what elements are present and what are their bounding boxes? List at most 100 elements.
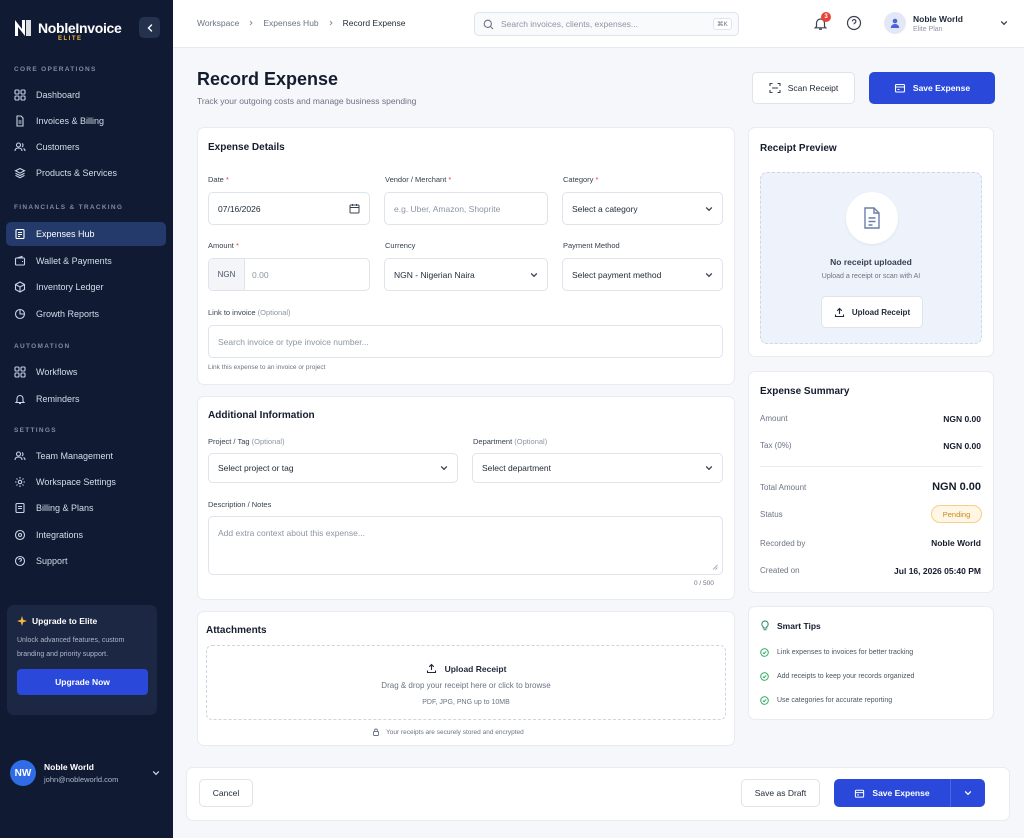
payment-method-label: Payment Method: [563, 241, 620, 250]
vendor-input[interactable]: e.g. Uber, Amazon, Shoprite: [384, 192, 548, 225]
upgrade-title: Upgrade to Elite: [32, 616, 98, 626]
sidebar-item-wallet[interactable]: Wallet & Payments: [6, 249, 166, 273]
search-input[interactable]: [501, 19, 706, 29]
resize-handle-icon[interactable]: [712, 564, 718, 570]
category-select[interactable]: Select a category: [562, 192, 723, 225]
section-label-financials: FINANCIALS & TRACKING: [14, 204, 124, 211]
calendar-icon[interactable]: [349, 203, 360, 214]
dropzone-upload: Upload Receipt: [207, 663, 725, 674]
users-icon: [14, 142, 26, 152]
cancel-button[interactable]: Cancel: [199, 779, 253, 807]
description-textarea[interactable]: Add extra context about this expense...: [208, 516, 723, 575]
tip-text: Add receipts to keep your records organi…: [777, 673, 915, 680]
bell-icon: [14, 395, 26, 405]
sidebar-item-inventory[interactable]: Inventory Ledger: [6, 275, 166, 299]
sidebar-item-reminders[interactable]: Reminders: [6, 387, 166, 411]
sidebar-item-billing[interactable]: Billing & Plans: [6, 496, 166, 520]
section-label-core: CORE OPERATIONS: [14, 66, 97, 73]
save-draft-button[interactable]: Save as Draft: [741, 779, 820, 807]
sidebar-item-team[interactable]: Team Management: [6, 444, 166, 468]
sidebar-item-products[interactable]: Products & Services: [6, 161, 166, 185]
attachment-dropzone[interactable]: Upload Receipt Drag & drop your receipt …: [206, 645, 726, 720]
additional-info-title: Additional Information: [208, 410, 315, 421]
chevron-down-icon: [530, 272, 538, 277]
amount-input[interactable]: NGN 0.00: [208, 258, 370, 291]
section-label-settings: SETTINGS: [14, 427, 57, 434]
amount-currency-prefix: NGN: [209, 259, 245, 290]
save-expense-button-top[interactable]: Save Expense: [869, 72, 995, 104]
lightbulb-icon: [761, 620, 769, 631]
save-expense-button[interactable]: Save Expense: [834, 779, 950, 807]
link-invoice-placeholder: Search invoice or type invoice number...: [218, 336, 369, 347]
category-label-text: Category: [563, 175, 594, 184]
sidebar-item-invoices[interactable]: Invoices & Billing: [6, 109, 166, 133]
collapse-sidebar-button[interactable]: [139, 17, 160, 38]
sidebar-item-label: Invoices & Billing: [36, 116, 105, 126]
summary-amount-value: NGN 0.00: [943, 414, 981, 424]
link-invoice-hint: Link this expense to an invoice or proje…: [208, 364, 326, 371]
sidebar-item-workflows[interactable]: Workflows: [6, 360, 166, 384]
optional-tag: (Optional): [257, 308, 291, 317]
search-icon: [483, 19, 494, 29]
upgrade-now-button[interactable]: Upgrade Now: [17, 669, 148, 695]
attachments-title: Attachments: [206, 625, 267, 636]
user-plan: Elite Plan: [913, 25, 943, 33]
help-icon[interactable]: [846, 15, 862, 31]
date-value: 07/16/2026: [218, 203, 261, 214]
topbar-user-menu[interactable]: Noble World Elite Plan: [884, 12, 1008, 34]
sidebar-item-dashboard[interactable]: Dashboard: [6, 83, 166, 107]
summary-divider: [760, 466, 982, 467]
breadcrumb-current: Record Expense: [342, 18, 406, 28]
upgrade-description: Unlock advanced features, custom brandin…: [17, 637, 125, 658]
expense-summary-title: Expense Summary: [760, 386, 850, 397]
sidebar-user-menu[interactable]: NW Noble World john@nobleworld.com: [10, 758, 160, 788]
sidebar-item-support[interactable]: Support: [6, 549, 166, 573]
sidebar-item-reports[interactable]: Growth Reports: [6, 302, 166, 326]
global-search[interactable]: ⌘K: [474, 12, 739, 36]
chevron-down-icon: [152, 771, 160, 776]
currency-select[interactable]: NGN - Nigerian Naira: [384, 258, 548, 291]
sidebar-item-label: Dashboard: [36, 90, 81, 100]
project-select[interactable]: Select project or tag: [208, 453, 458, 483]
receipt-icon: [15, 228, 25, 240]
section-label-automation: AUTOMATION: [14, 343, 71, 350]
chart-icon: [14, 308, 26, 320]
scan-receipt-button[interactable]: Scan Receipt: [752, 72, 855, 104]
help-icon: [14, 555, 26, 567]
date-input[interactable]: 07/16/2026: [208, 192, 370, 225]
summary-tax-value: NGN 0.00: [943, 441, 981, 451]
notification-badge: 3: [821, 12, 831, 22]
upload-receipt-button[interactable]: Upload Receipt: [821, 296, 923, 328]
sidebar-item-workspace-settings[interactable]: Workspace Settings: [6, 470, 166, 494]
smart-tips-title: Smart Tips: [777, 620, 821, 631]
currency-label: Currency: [385, 241, 416, 250]
topbar: Workspace Expenses Hub Record Expense ⌘K…: [173, 0, 1024, 48]
sidebar: NobleInvoice ELITE CORE OPERATIONS FINAN…: [0, 0, 173, 838]
link-invoice-label-text: Link to invoice: [208, 308, 256, 317]
save-options-dropdown[interactable]: [950, 779, 985, 807]
department-select[interactable]: Select department: [472, 453, 723, 483]
payment-method-select[interactable]: Select payment method: [562, 258, 723, 291]
upgrade-heading: Upgrade to Elite: [17, 616, 147, 626]
breadcrumb-expenses-hub[interactable]: Expenses Hub: [263, 18, 318, 28]
check-circle-icon: [760, 696, 769, 705]
chevron-down-icon: [964, 791, 972, 796]
project-placeholder: Select project or tag: [218, 463, 294, 473]
sidebar-item-label: Products & Services: [36, 168, 118, 178]
sidebar-item-integrations[interactable]: Integrations: [6, 523, 166, 547]
link-invoice-input[interactable]: Search invoice or type invoice number...: [208, 325, 723, 358]
upgrade-card: Upgrade to Elite Unlock advanced feature…: [7, 605, 157, 715]
card-icon: [15, 502, 25, 514]
breadcrumb: Workspace Expenses Hub Record Expense: [197, 18, 406, 28]
save-expense-label: Save Expense: [872, 788, 930, 798]
sidebar-item-label: Support: [36, 556, 68, 566]
brand-tier: ELITE: [58, 36, 83, 42]
sidebar-item-expenses[interactable]: Expenses Hub: [6, 222, 166, 246]
tip-item: Add receipts to keep your records organi…: [760, 672, 914, 681]
brand-logo[interactable]: NobleInvoice: [13, 18, 122, 38]
breadcrumb-workspace[interactable]: Workspace: [197, 18, 239, 28]
chevron-down-icon: [440, 466, 448, 471]
upload-icon: [426, 663, 436, 674]
scan-receipt-label: Scan Receipt: [787, 83, 839, 93]
sidebar-item-customers[interactable]: Customers: [6, 135, 166, 159]
